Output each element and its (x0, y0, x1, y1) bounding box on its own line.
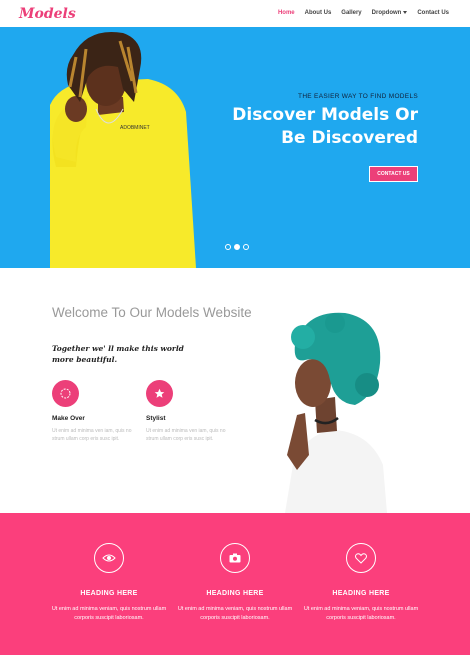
slider-dot-1[interactable] (225, 244, 231, 250)
hero-subtitle: THE EASIER WAY TO FIND MODELS (298, 93, 418, 100)
welcome-title: Welcome To Our Models Website (52, 305, 252, 320)
hero-caption: THE EASIER WAY TO FIND MODELS Discover M… (232, 93, 418, 150)
site-logo[interactable]: Models (19, 6, 76, 22)
feature-label: Stylist (146, 415, 166, 422)
service-heading: HEADING HERE (332, 590, 390, 597)
site-header: Models Home About Us Gallery Dropdown Co… (0, 0, 470, 27)
hero-model-image: ADOBMINET (50, 31, 196, 268)
service-text: Ut enim ad minima veniam, quis nostrum u… (177, 606, 293, 621)
service-card: HEADING HERE Ut enim ad minima veniam, q… (44, 543, 174, 623)
svg-text:ADOBMINET: ADOBMINET (120, 125, 150, 131)
feature-description: Ut enim ad minima ven iam, quis no strum… (52, 428, 132, 442)
feature-label: Make Over (52, 415, 85, 422)
hero-title-line-1: Discover Models Or (232, 105, 418, 125)
heart-icon (346, 543, 376, 573)
slider-dot-3[interactable] (243, 244, 249, 250)
nav-contact-us[interactable]: Contact Us (417, 10, 449, 16)
contact-us-button[interactable]: CONTACT US (369, 166, 418, 182)
camera-icon (220, 543, 250, 573)
main-nav: Home About Us Gallery Dropdown Contact U… (278, 10, 449, 16)
model-woman-image (285, 312, 387, 513)
nav-about-us[interactable]: About Us (305, 10, 332, 16)
nav-dropdown[interactable]: Dropdown (372, 10, 408, 16)
service-card: HEADING HERE Ut enim ad minima veniam, q… (296, 543, 426, 623)
feature-make-over: Make Over Ut enim ad minima ven iam, qui… (52, 380, 142, 443)
nav-home[interactable]: Home (278, 10, 295, 16)
hero-title-line-2: Be Discovered (281, 128, 418, 148)
nav-dropdown-label: Dropdown (371, 10, 402, 16)
nav-gallery[interactable]: Gallery (341, 10, 361, 16)
makeup-icon (52, 380, 79, 407)
slider-dot-2[interactable] (234, 244, 240, 250)
service-heading: HEADING HERE (80, 590, 138, 597)
star-icon (146, 380, 173, 407)
service-heading: HEADING HERE (206, 590, 264, 597)
chevron-down-icon (403, 10, 408, 14)
feature-description: Ut enim ad minima ven iam, quis no strum… (146, 428, 226, 442)
welcome-quote: Together we' ll make this world more bea… (52, 344, 184, 364)
services-section: HEADING HERE Ut enim ad minima veniam, q… (0, 513, 470, 655)
hero-title: Discover Models Or Be Discovered (232, 104, 418, 150)
service-text: Ut enim ad minima veniam, quis nostrum u… (303, 606, 419, 621)
slider-dots (225, 244, 249, 250)
feature-stylist: Stylist Ut enim ad minima ven iam, quis … (146, 380, 236, 443)
service-text: Ut enim ad minima veniam, quis nostrum u… (51, 606, 167, 621)
eye-icon (94, 543, 124, 573)
hero-slider: ADOBMINET THE EASIER WAY TO FIND MODELS … (0, 27, 470, 268)
service-card: HEADING HERE Ut enim ad minima veniam, q… (170, 543, 300, 623)
